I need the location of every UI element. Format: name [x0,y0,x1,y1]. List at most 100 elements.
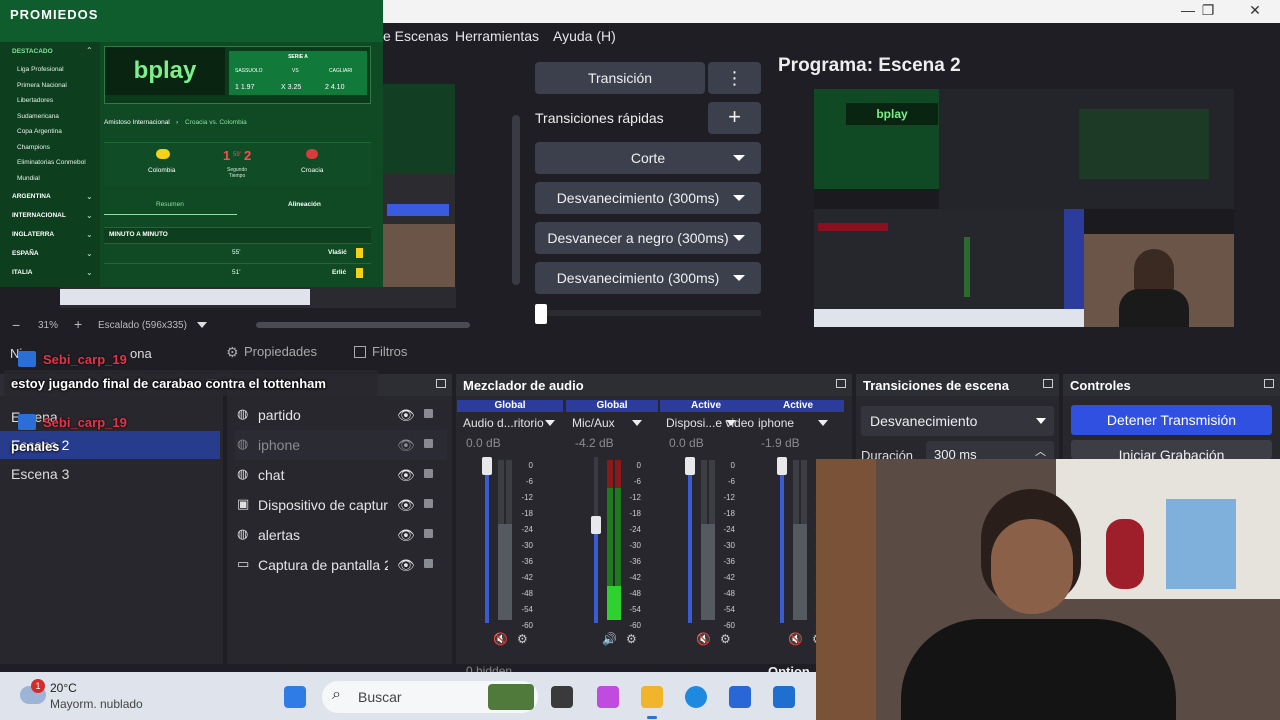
add-quick-transition-icon[interactable]: + [708,102,761,134]
volume-fader[interactable] [482,457,492,623]
transition-select-value: Desvanecimiento [870,413,978,429]
scene-item[interactable]: Escena 3 [0,460,220,488]
outlook-icon[interactable] [773,686,795,708]
preview-canvas[interactable] [383,84,455,308]
quick-transition-fade-black[interactable]: Desvanecer a negro (300ms) [535,222,761,254]
copilot-icon[interactable] [597,686,619,708]
fader-knob[interactable] [777,457,787,475]
duration-spinbox[interactable]: 300 ms ︿ [926,441,1054,462]
channel-menu-icon[interactable] [726,420,736,426]
source-item[interactable]: ◍ partido 👁 [235,400,447,430]
scale-dropdown-icon[interactable] [197,322,207,328]
chevron-up-icon[interactable]: ︿ [1035,443,1046,459]
tbar-slider-track[interactable] [547,310,761,316]
speaker-muted-icon[interactable]: 🔇 [696,632,711,646]
eye-icon[interactable]: 👁 [397,527,415,544]
fader-knob[interactable] [591,515,601,534]
promiedos-sidebar-item[interactable]: Eliminatorias Conmebol [17,159,86,166]
horizontal-scrollbar[interactable] [256,322,470,328]
volume-fader[interactable] [591,457,601,623]
undock-icon[interactable] [836,379,846,388]
speaker-muted-icon[interactable]: 🔇 [493,632,508,646]
speaker-muted-icon[interactable]: 🔇 [788,632,803,646]
promiedos-sidebar-item[interactable]: Sudamericana [17,113,59,120]
quick-transition-cut[interactable]: Corte [535,142,761,174]
menu-help[interactable]: Ayuda (H) [553,28,616,44]
promiedos-ad-banner[interactable]: bplay SERIE A SASSUOLO VS CAGLIARI 1 1.9… [104,46,371,104]
stop-streaming-button[interactable]: Detener Transmisión [1071,405,1272,435]
taskbar-search[interactable]: ⌕ Buscar [322,681,538,713]
zoom-out-button[interactable]: − [12,317,20,333]
start-recording-button[interactable]: Iniciar Grabación [1071,440,1272,459]
transition-button[interactable]: Transición [535,62,705,94]
promiedos-category[interactable]: INGLATERRA [12,231,54,238]
source-item[interactable]: ◍ chat 👁 [235,460,447,490]
weather-description[interactable]: Mayorm. nublado [50,697,143,711]
chevron-down-icon [733,235,745,241]
lock-icon[interactable] [424,469,433,478]
promiedos-sidebar-item[interactable]: Copa Argentina [17,128,62,135]
lock-icon[interactable] [424,529,433,538]
volume-fader[interactable] [777,457,787,623]
tbar-slider-handle[interactable] [535,304,547,324]
tab-summary[interactable]: Resumen [156,201,184,208]
vertical-scrollbar[interactable] [512,115,520,285]
task-view-icon[interactable] [551,686,573,708]
source-item[interactable]: ▣ Dispositivo de captura 👁 [235,490,447,520]
promiedos-category[interactable]: ESPAÑA [12,250,39,257]
promiedos-sidebar-item[interactable]: Libertadores [17,97,53,104]
source-item[interactable]: ◍ alertas 👁 [235,520,447,550]
weather-temperature[interactable]: 20°C [50,681,77,695]
maximize-icon[interactable]: ❐ [1188,2,1228,19]
eye-icon[interactable]: 👁 [397,557,415,574]
channel-settings-icon[interactable]: ⚙ [720,632,731,646]
eye-icon[interactable]: 👁 [397,497,415,514]
speaker-icon[interactable]: 🔊 [602,632,617,646]
promiedos-sidebar-item[interactable]: Mundial [17,175,40,182]
menu-scenes[interactable]: e Escenas [383,28,448,44]
channel-settings-icon[interactable]: ⚙ [517,632,528,646]
close-icon[interactable]: ✕ [1235,2,1275,19]
promiedos-sidebar-item[interactable]: Primera Nacional [17,82,67,89]
transition-menu-icon[interactable]: ⋮ [708,62,761,94]
quick-transition-fade-2[interactable]: Desvanecimiento (300ms) [535,262,761,294]
transition-select[interactable]: Desvanecimiento [861,406,1054,436]
channel-settings-icon[interactable]: ⚙ [626,632,637,646]
channel-menu-icon[interactable] [818,420,828,426]
menu-tools[interactable]: Herramientas [455,28,539,44]
fader-knob[interactable] [685,457,695,475]
source-item-hidden[interactable]: ◍ iphone 👁 [235,430,447,460]
channel-menu-icon[interactable] [545,420,555,426]
file-explorer-icon[interactable] [641,686,663,708]
eye-icon[interactable]: 👁 [397,407,415,424]
undock-icon[interactable] [1043,379,1053,388]
zoom-in-button[interactable]: + [74,316,82,332]
promiedos-category[interactable]: ARGENTINA [12,193,51,200]
tab-lineup[interactable]: Alineación [288,201,321,208]
eye-icon[interactable]: 👁 [397,467,415,484]
meter-scale: 0-6-12-18-24-30-36-42-48-54-60 [627,458,641,634]
lock-icon[interactable] [424,409,433,418]
edge-icon[interactable] [685,686,707,708]
windows-start-icon[interactable] [284,686,306,708]
promiedos-sidebar-item[interactable]: Champions [17,144,50,151]
fader-knob[interactable] [482,457,492,475]
lock-icon[interactable] [424,499,433,508]
promiedos-sidebar-item[interactable]: Liga Profesional [17,66,64,73]
store-icon[interactable] [729,686,751,708]
promiedos-category[interactable]: INTERNACIONAL [12,212,66,219]
eye-icon[interactable]: 👁 [397,437,415,454]
volume-fader[interactable] [685,457,695,623]
quick-transition-fade[interactable]: Desvanecimiento (300ms) [535,182,761,214]
channel-menu-icon[interactable] [632,420,642,426]
lock-icon[interactable] [424,559,433,568]
filters-button[interactable]: Filtros [354,344,407,363]
properties-button[interactable]: ⚙ Propiedades [226,344,317,363]
meter-scale-tick: 0 [730,461,735,470]
promiedos-breadcrumb-left[interactable]: Amistoso Internacional [104,119,170,126]
lock-icon[interactable] [424,439,433,448]
undock-icon[interactable] [1264,379,1274,388]
promiedos-category[interactable]: ITALIA [12,269,32,276]
undock-icon[interactable] [436,379,446,388]
source-item[interactable]: ▭ Captura de pantalla 2 👁 [235,550,447,580]
